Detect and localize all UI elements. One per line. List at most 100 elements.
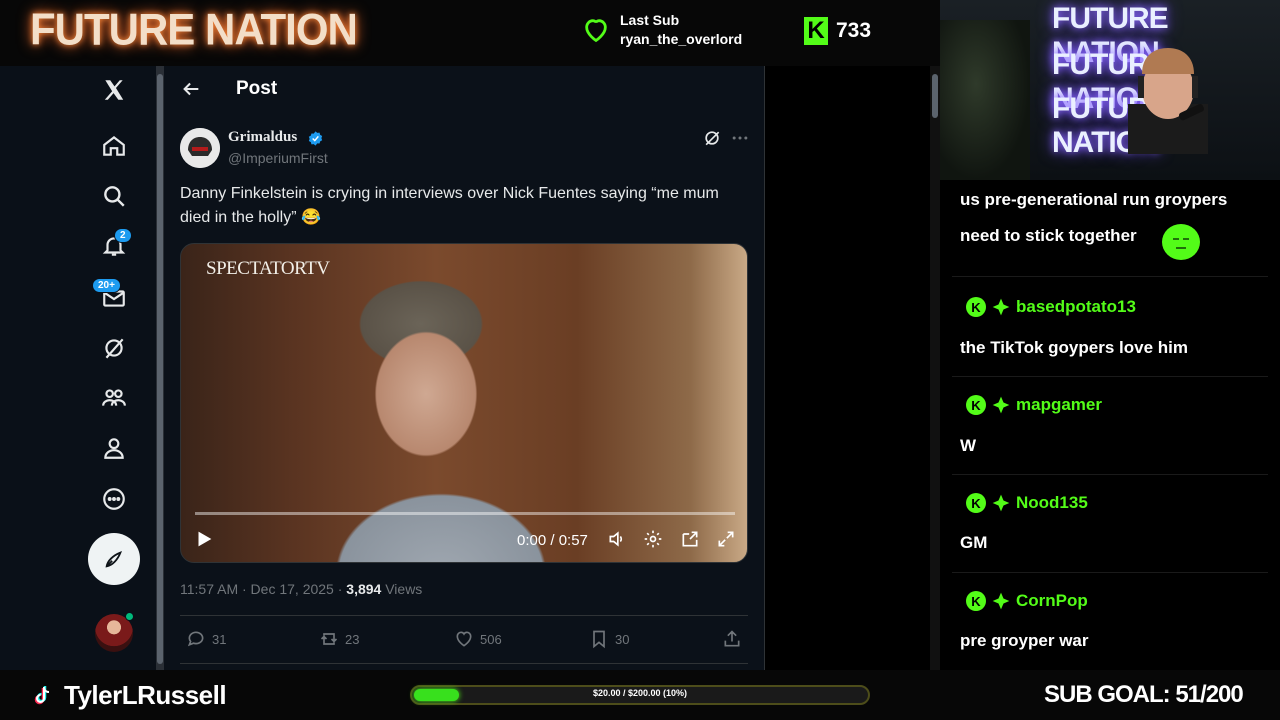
donation-goal-text: $20.00 / $200.00 (10%) xyxy=(592,688,688,698)
sub-badge-icon xyxy=(992,592,1010,610)
helmet-icon xyxy=(180,128,220,168)
compose-icon xyxy=(105,551,122,568)
post-detail-column: Post Grimaldus @ImperiumFirst Danny Fink… xyxy=(164,66,765,670)
verified-badge-icon xyxy=(308,131,323,146)
more-options-icon[interactable] xyxy=(88,477,140,521)
messages-icon[interactable]: 20+ xyxy=(88,276,140,320)
chat-separator xyxy=(952,376,1268,377)
search-icon[interactable] xyxy=(88,174,140,218)
plant xyxy=(940,20,1030,180)
author-avatar[interactable] xyxy=(180,128,220,168)
brand-title: FUTURE NATION xyxy=(30,4,358,55)
more-circle-glyph xyxy=(103,488,125,510)
profile-glyph xyxy=(104,438,124,459)
chat-username[interactable]: mapgamer xyxy=(1016,395,1102,415)
last-sub-label: Last Sub xyxy=(620,12,680,28)
chat-message-text: pre groyper war xyxy=(960,631,1089,650)
right-scrollbar-thumb[interactable] xyxy=(932,74,938,118)
fullscreen-icon[interactable] xyxy=(716,529,736,549)
volume-icon[interactable] xyxy=(607,529,627,549)
video-player[interactable]: SPECTATORTV 0:00 / 0:57 xyxy=(180,243,748,563)
video-progress-bar[interactable] xyxy=(195,512,735,515)
x-logo-icon[interactable] xyxy=(88,68,140,112)
chat-username-row: K Nood135 xyxy=(966,493,1088,513)
play-icon[interactable] xyxy=(193,528,215,550)
reply-button[interactable]: 31 xyxy=(186,629,226,649)
tweet-text: Danny Finkelstein is crying in interview… xyxy=(180,185,719,226)
reply-count: 31 xyxy=(212,631,227,647)
chat-username[interactable]: CornPop xyxy=(1016,591,1088,611)
chat-username[interactable]: basedpotato13 xyxy=(1016,297,1136,317)
bookmark-icon xyxy=(593,630,605,649)
sleepy-face-emote xyxy=(1173,238,1189,249)
tiktok-icon xyxy=(34,686,50,705)
author-handle[interactable]: @ImperiumFirst xyxy=(228,150,328,166)
share-button[interactable] xyxy=(722,629,742,649)
x-browser-window: 2 20+ Post Grimaldus @ImperiumFirst Dann… xyxy=(0,66,940,670)
kick-follower-count: K 733 xyxy=(804,17,871,45)
chat-message-text: the TikTok goypers love him xyxy=(960,338,1188,357)
right-scrollbar[interactable] xyxy=(930,66,940,670)
chat-username-row: K CornPop xyxy=(966,591,1088,611)
x-sidebar-nav: 2 20+ xyxy=(0,66,156,670)
donation-goal-bar: $20.00 / $200.00 (10%) xyxy=(410,685,870,705)
author-name[interactable]: Grimaldus xyxy=(228,129,297,146)
streamer-name: TylerLRussell xyxy=(64,680,227,710)
divider xyxy=(180,615,748,616)
bookmark-count: 30 xyxy=(615,631,630,647)
notifications-icon[interactable]: 2 xyxy=(88,224,140,268)
chat-message-text: W xyxy=(960,436,977,455)
notifications-badge: 2 xyxy=(114,228,132,243)
chat-separator xyxy=(952,474,1268,475)
chat-separator xyxy=(952,572,1268,573)
chat-message-text: us pre-generational run groypers xyxy=(960,190,1228,209)
chat-separator xyxy=(952,276,1268,277)
kick-badge-icon: K xyxy=(966,493,986,513)
compose-post-button[interactable] xyxy=(88,533,140,585)
stream-overlay: FUTURE NATION Last Sub ryan_the_overlord… xyxy=(0,0,1280,720)
sub-badge-icon xyxy=(992,396,1010,414)
chat-message-text: need to stick together xyxy=(960,226,1137,245)
like-heart-icon xyxy=(456,631,472,647)
home-icon[interactable] xyxy=(88,124,140,168)
streamer-figure xyxy=(1128,48,1208,154)
messages-badge: 20+ xyxy=(92,278,121,293)
last-sub-user: ryan_the_overlord xyxy=(620,31,743,47)
tweet-timestamp[interactable]: 11:57 AM · Dec 17, 2025 · xyxy=(180,581,346,597)
repost-icon xyxy=(320,633,338,645)
settings-gear-icon[interactable] xyxy=(643,529,663,549)
last-sub-widget: Last Sub ryan_the_overlord xyxy=(582,12,742,47)
kick-logo-icon: K xyxy=(804,17,828,45)
back-arrow-icon[interactable] xyxy=(180,78,202,100)
online-status-dot xyxy=(125,612,134,621)
grok-icon[interactable] xyxy=(88,326,140,370)
views-count: 3,894 xyxy=(346,581,382,597)
more-horizontal-icon[interactable] xyxy=(730,128,750,148)
bookmark-button[interactable]: 30 xyxy=(589,629,629,649)
heart-icon xyxy=(585,18,607,42)
left-scrollbar-thumb[interactable] xyxy=(157,74,163,664)
share-icon xyxy=(724,630,740,647)
search-glyph xyxy=(104,186,125,207)
chat-username-row: K basedpotato13 xyxy=(966,297,1136,317)
profile-icon[interactable] xyxy=(88,426,140,470)
grok-explain-icon[interactable] xyxy=(702,128,722,148)
like-button[interactable]: 506 xyxy=(454,629,502,649)
video-watermark: SPECTATORTV xyxy=(206,258,330,279)
communities-glyph xyxy=(102,389,126,406)
chat-username-row: K mapgamer xyxy=(966,395,1102,415)
kick-badge-icon: K xyxy=(966,395,986,415)
chat-username[interactable]: Nood135 xyxy=(1016,493,1088,513)
communities-icon[interactable] xyxy=(88,376,140,420)
top-bar: FUTURE NATION Last Sub ryan_the_overlord… xyxy=(0,0,940,66)
views-label: Views xyxy=(381,581,423,597)
picture-in-picture-icon[interactable] xyxy=(680,529,700,549)
chat-emote-icon xyxy=(1162,224,1200,260)
x-logo-glyph xyxy=(104,80,124,100)
sub-badge-icon xyxy=(992,298,1010,316)
left-scrollbar[interactable] xyxy=(156,66,164,670)
repost-button[interactable]: 23 xyxy=(319,629,359,649)
grok-glyph xyxy=(105,338,124,359)
kick-badge-icon: K xyxy=(966,591,986,611)
divider xyxy=(180,663,748,664)
